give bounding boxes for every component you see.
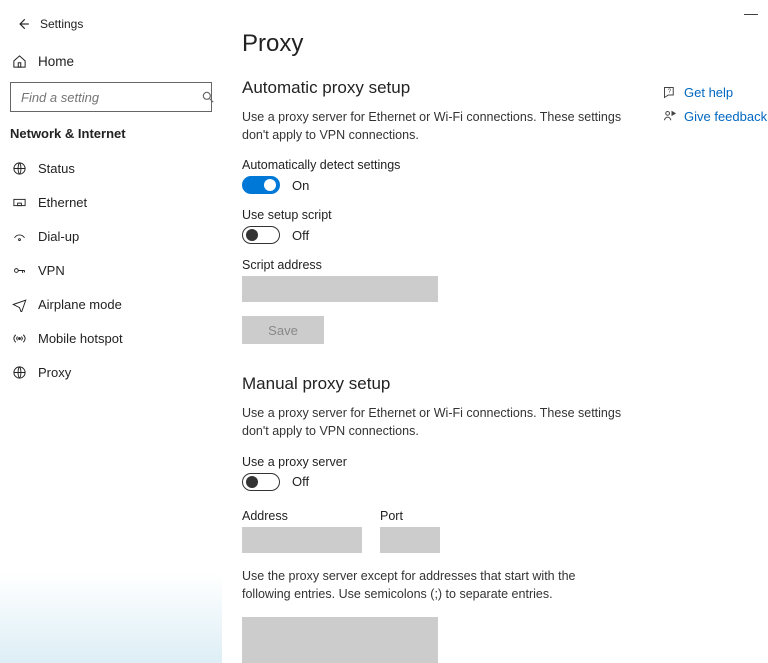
give-feedback-link[interactable]: Give feedback: [662, 104, 767, 128]
nav-item-airplane[interactable]: Airplane mode: [8, 287, 214, 321]
get-help-label: Get help: [684, 85, 733, 100]
auto-save-button[interactable]: Save: [242, 316, 324, 344]
manual-heading: Manual proxy setup: [242, 374, 642, 394]
bypass-list-input[interactable]: [242, 617, 438, 663]
use-script-state: Off: [292, 228, 309, 243]
auto-heading: Automatic proxy setup: [242, 78, 642, 98]
svg-text:?: ?: [668, 88, 672, 95]
vpn-icon: [12, 263, 38, 278]
sidebar: Settings Home Network & Internet: [0, 0, 222, 663]
home-label: Home: [38, 54, 74, 69]
back-button[interactable]: [8, 17, 38, 31]
nav-label: Airplane mode: [38, 297, 122, 312]
main-content: — Proxy Automatic proxy setup Use a prox…: [222, 0, 768, 663]
home-button[interactable]: Home: [8, 44, 214, 78]
address-input[interactable]: [242, 527, 362, 553]
nav-item-hotspot[interactable]: Mobile hotspot: [8, 321, 214, 355]
nav-item-proxy[interactable]: Proxy: [8, 355, 214, 389]
use-proxy-state: Off: [292, 474, 309, 489]
arrow-left-icon: [16, 17, 30, 31]
port-input[interactable]: [380, 527, 440, 553]
address-label: Address: [242, 509, 362, 523]
dialup-icon: [12, 229, 38, 244]
nav-item-vpn[interactable]: VPN: [8, 253, 214, 287]
airplane-icon: [12, 297, 38, 312]
give-feedback-label: Give feedback: [684, 109, 767, 124]
auto-detect-state: On: [292, 178, 309, 193]
hotspot-icon: [12, 331, 38, 346]
section-title: Network & Internet: [8, 126, 214, 151]
help-panel: ? Get help Give feedback: [662, 78, 767, 128]
home-icon: [12, 54, 38, 69]
auto-detect-toggle[interactable]: [242, 176, 280, 194]
manual-description: Use a proxy server for Ethernet or Wi-Fi…: [242, 404, 642, 440]
ethernet-icon: [12, 195, 38, 210]
nav-label: Mobile hotspot: [38, 331, 123, 346]
use-proxy-label: Use a proxy server: [242, 455, 642, 469]
use-script-label: Use setup script: [242, 208, 642, 222]
proxy-icon: [12, 365, 38, 380]
auto-description: Use a proxy server for Ethernet or Wi-Fi…: [242, 108, 642, 144]
nav-item-status[interactable]: Status: [8, 151, 214, 185]
minimize-button[interactable]: —: [744, 6, 758, 20]
settings-header-label: Settings: [38, 17, 83, 31]
nav-label: Ethernet: [38, 195, 87, 210]
nav-item-ethernet[interactable]: Ethernet: [8, 185, 214, 219]
nav-list: Status Ethernet Dial-up: [8, 151, 214, 389]
nav-label: Proxy: [38, 365, 71, 380]
nav-label: Status: [38, 161, 75, 176]
port-label: Port: [380, 509, 440, 523]
nav-label: VPN: [38, 263, 65, 278]
feedback-icon: [662, 109, 684, 124]
search-input-container[interactable]: [10, 82, 212, 112]
search-icon: [201, 90, 215, 104]
get-help-link[interactable]: ? Get help: [662, 80, 767, 104]
use-script-toggle[interactable]: [242, 226, 280, 244]
help-icon: ?: [662, 85, 684, 100]
nav-label: Dial-up: [38, 229, 79, 244]
search-input[interactable]: [19, 89, 201, 106]
globe-icon: [12, 161, 38, 176]
script-address-label: Script address: [242, 258, 642, 272]
script-address-input[interactable]: [242, 276, 438, 302]
page-title: Proxy: [242, 30, 768, 58]
nav-item-dialup[interactable]: Dial-up: [8, 219, 214, 253]
bypass-description: Use the proxy server except for addresse…: [242, 567, 602, 603]
auto-detect-label: Automatically detect settings: [242, 158, 642, 172]
use-proxy-toggle[interactable]: [242, 473, 280, 491]
